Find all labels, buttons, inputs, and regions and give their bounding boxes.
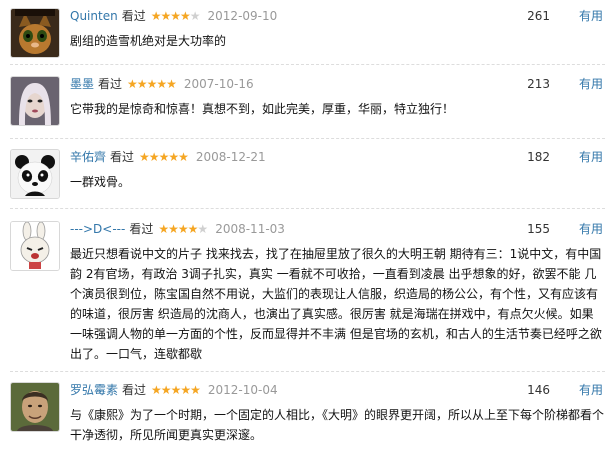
review-header: --->D<--- 看过 ★★★★★ 2008-11-03 155 有用 bbox=[70, 219, 605, 239]
review-header: 墨墨 看过 ★★★★★ 2007-10-16 213 有用 bbox=[70, 74, 605, 94]
watch-status: 看过 bbox=[129, 222, 154, 236]
star-filled-icon: ★ bbox=[178, 150, 189, 164]
username-link[interactable]: --->D<--- bbox=[70, 222, 125, 236]
watch-status: 看过 bbox=[110, 150, 135, 164]
rating-stars: ★★★★★ bbox=[151, 383, 201, 397]
review-header: 辛佑齊 看过 ★★★★★ 2008-12-21 182 有用 bbox=[70, 147, 605, 167]
star-filled-icon: ★ bbox=[187, 222, 199, 236]
star-filled-icon: ★ bbox=[156, 77, 167, 91]
review-text: 与《康熙》为了一个时期，一个固定的人相比，《大明》的眼界更开阔，所以从上至下每个… bbox=[70, 408, 605, 442]
useful-button[interactable]: 有用 bbox=[579, 147, 603, 167]
divider bbox=[10, 208, 605, 209]
woman-portrait-avatar bbox=[11, 77, 59, 125]
star-empty-icon: ★ bbox=[197, 222, 208, 236]
username-link[interactable]: 墨墨 bbox=[70, 77, 94, 91]
watch-status: 看过 bbox=[121, 9, 146, 23]
star-filled-icon: ★ bbox=[136, 77, 148, 91]
star-filled-icon: ★ bbox=[166, 77, 177, 91]
review-date: 2012-09-10 bbox=[207, 9, 278, 23]
star-filled-icon: ★ bbox=[170, 383, 182, 397]
star-filled-icon: ★ bbox=[158, 222, 169, 236]
review-item: Quinten 看过 ★★★★★ 2012-09-10 261 有用 剧组的造雪机绝对… bbox=[0, 6, 615, 62]
review-text: 它带我的是惊奇和惊喜！真想不到，如此完美，厚重，华丽，特立独行！ bbox=[70, 102, 455, 116]
star-filled-icon: ★ bbox=[151, 383, 162, 397]
username-link[interactable]: 罗弘霉素 bbox=[70, 383, 118, 397]
review-date: 2007-10-16 bbox=[183, 77, 254, 91]
review-item: 墨墨 看过 ★★★★★ 2007-10-16 213 有用 它带我的是惊奇和惊喜！真想… bbox=[0, 74, 615, 134]
star-filled-icon: ★ bbox=[180, 383, 191, 397]
rating-stars: ★★★★★ bbox=[139, 150, 189, 164]
puss-in-boots-avatar bbox=[11, 9, 59, 57]
star-filled-icon: ★ bbox=[160, 383, 172, 397]
star-filled-icon: ★ bbox=[180, 9, 191, 23]
star-empty-icon: ★ bbox=[189, 9, 201, 23]
star-filled-icon: ★ bbox=[158, 150, 170, 164]
star-filled-icon: ★ bbox=[168, 222, 179, 236]
review-header: Quinten 看过 ★★★★★ 2012-09-10 261 有用 bbox=[70, 6, 605, 26]
star-filled-icon: ★ bbox=[177, 222, 189, 236]
watch-status: 看过 bbox=[98, 77, 123, 91]
panda-avatar bbox=[11, 150, 59, 198]
avatar[interactable] bbox=[10, 76, 60, 126]
cartoon-rabbit-avatar bbox=[11, 222, 59, 270]
divider bbox=[10, 64, 605, 65]
useful-button[interactable]: 有用 bbox=[579, 74, 603, 94]
avatar[interactable] bbox=[10, 8, 60, 58]
avatar[interactable] bbox=[10, 221, 60, 271]
vote-count: 182 bbox=[527, 150, 550, 164]
star-filled-icon: ★ bbox=[150, 9, 162, 23]
vote-count: 155 bbox=[527, 222, 550, 236]
divider bbox=[10, 371, 605, 372]
review-header: 罗弘霉素 看过 ★★★★★ 2012-10-04 146 有用 bbox=[70, 380, 605, 400]
watch-status: 看过 bbox=[122, 383, 147, 397]
star-filled-icon: ★ bbox=[190, 383, 201, 397]
review-text: 最近只想看说中文的片子 找来找去，找了在抽屉里放了很久的大明王朝 期待有三：1说… bbox=[70, 247, 602, 361]
review-date: 2008-11-03 bbox=[215, 222, 285, 236]
review-date: 2008-12-21 bbox=[195, 150, 266, 164]
rating-stars: ★★★★★ bbox=[158, 222, 208, 236]
review-item: --->D<--- 看过 ★★★★★ 2008-11-03 155 有用 最近只想看说… bbox=[0, 219, 615, 365]
star-filled-icon: ★ bbox=[148, 150, 160, 164]
review-text: 剧组的造雪机绝对是大功率的 bbox=[70, 34, 227, 48]
avatar[interactable] bbox=[10, 149, 60, 199]
rating-stars: ★★★★★ bbox=[127, 77, 177, 91]
vote-count: 146 bbox=[527, 383, 550, 397]
rating-stars: ★★★★★ bbox=[150, 9, 201, 23]
star-filled-icon: ★ bbox=[168, 150, 179, 164]
vote-count: 213 bbox=[527, 77, 550, 91]
useful-button[interactable]: 有用 bbox=[579, 219, 603, 239]
review-text: 一群戏骨。 bbox=[70, 175, 131, 189]
star-filled-icon: ★ bbox=[139, 150, 150, 164]
avatar[interactable] bbox=[10, 382, 60, 432]
star-filled-icon: ★ bbox=[160, 9, 171, 23]
useful-button[interactable]: 有用 bbox=[579, 6, 603, 26]
username-link[interactable]: 辛佑齊 bbox=[70, 150, 106, 164]
useful-button[interactable]: 有用 bbox=[579, 380, 603, 400]
star-filled-icon: ★ bbox=[127, 77, 138, 91]
man-portrait-avatar bbox=[11, 383, 59, 431]
review-item: 辛佑齊 看过 ★★★★★ 2008-12-21 182 有用 一群戏骨。 bbox=[0, 147, 615, 203]
star-filled-icon: ★ bbox=[170, 9, 181, 23]
review-date: 2012-10-04 bbox=[207, 383, 278, 397]
star-filled-icon: ★ bbox=[146, 77, 158, 91]
divider bbox=[10, 138, 605, 139]
username-link[interactable]: Quinten bbox=[70, 9, 118, 23]
vote-count: 261 bbox=[527, 9, 550, 23]
review-item: 罗弘霉素 看过 ★★★★★ 2012-10-04 146 有用 与《康熙》为了一个时期… bbox=[0, 380, 615, 450]
